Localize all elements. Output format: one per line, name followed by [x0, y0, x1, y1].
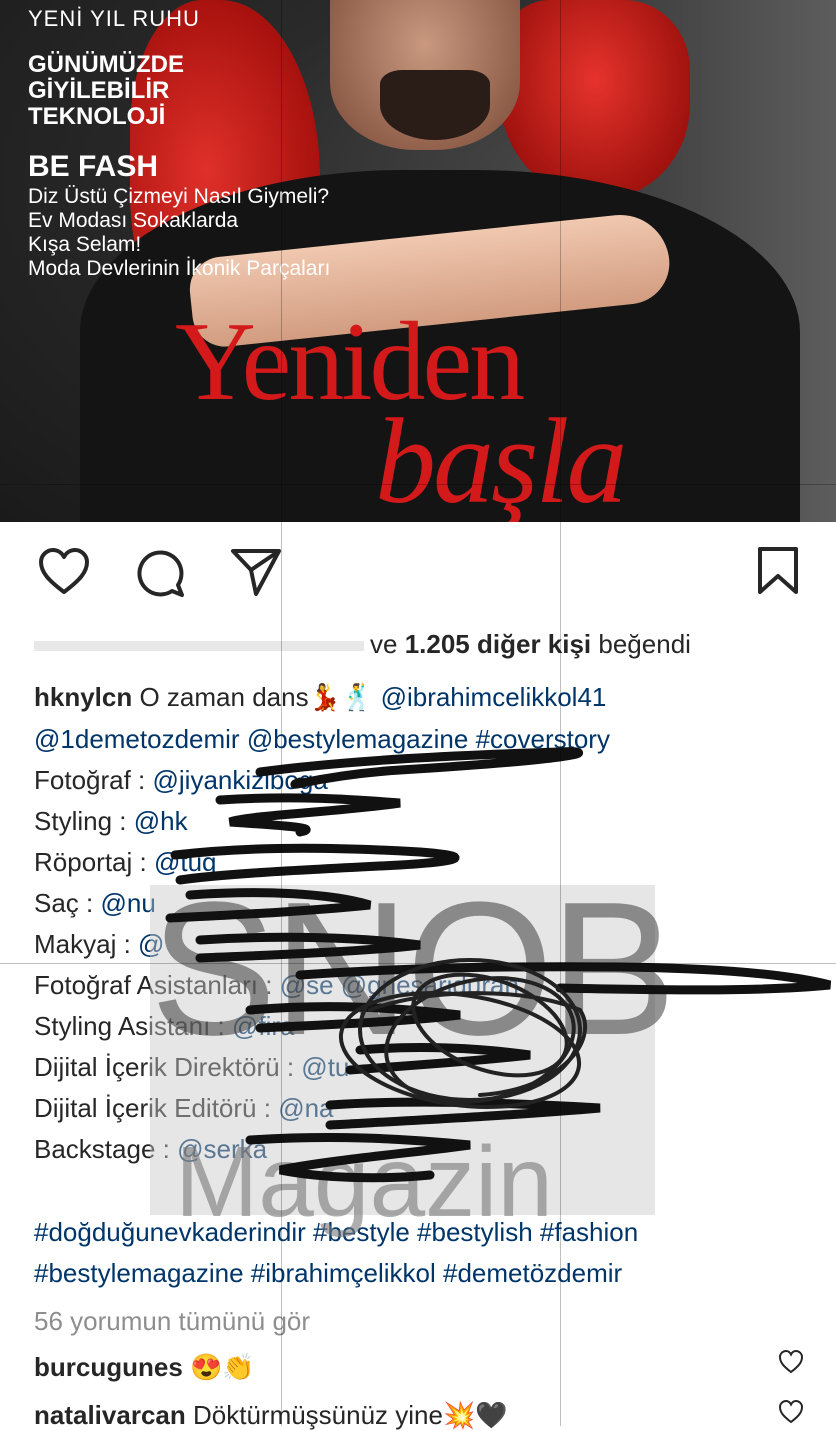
- comment-like-heart-icon[interactable]: [778, 1399, 804, 1429]
- grid-line: [281, 0, 282, 1426]
- grid-line: [560, 0, 561, 1426]
- comment-text: 😍👏: [190, 1352, 255, 1382]
- comment-row: natalivarcan Döktürmüşsünüz yine💥🖤: [34, 1400, 508, 1431]
- comment-like-heart-icon[interactable]: [778, 1349, 804, 1379]
- comment-username[interactable]: burcugunes: [34, 1352, 183, 1382]
- grid-line: [0, 484, 836, 485]
- grid-line: [0, 963, 836, 964]
- redaction-scribble: [165, 747, 832, 1183]
- view-all-comments[interactable]: 56 yorumun tümünü gör: [34, 1306, 310, 1337]
- comment-row: burcugunes 😍👏: [34, 1352, 255, 1383]
